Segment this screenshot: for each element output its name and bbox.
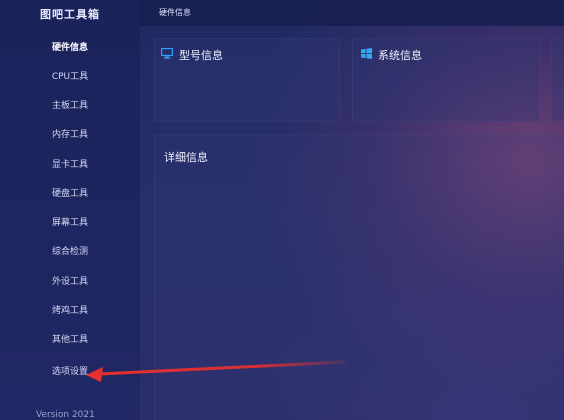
sidebar-item-disk-tools[interactable]: 硬盘工具 <box>0 187 140 201</box>
sidebar-item-peripheral-tools[interactable]: 外设工具 <box>0 275 140 289</box>
sidebar-item-cpu-tools[interactable]: CPU工具 <box>0 70 140 84</box>
model-info-title: 型号信息 <box>179 49 223 62</box>
model-info-heading: 型号信息 <box>160 47 223 63</box>
sidebar-item-screen-tools[interactable]: 屏幕工具 <box>0 216 140 230</box>
sidebar-item-gpu-tools[interactable]: 显卡工具 <box>0 158 140 172</box>
sidebar-item-memory-tools[interactable]: 内存工具 <box>0 128 140 142</box>
page-title: 硬件信息 <box>159 8 191 17</box>
system-info-heading: 系统信息 <box>361 47 422 63</box>
model-info-panel: 型号信息 <box>154 38 340 122</box>
app-title: 图吧工具箱 <box>40 8 100 21</box>
detail-info-panel: 详细信息 <box>154 134 564 420</box>
system-info-title: 系统信息 <box>378 49 422 62</box>
version-label: Version 2021 <box>36 410 95 420</box>
sidebar: 图吧工具箱 硬件信息 CPU工具 主板工具 内存工具 显卡工具 硬盘工具 屏幕工… <box>0 0 140 420</box>
extra-info-panel <box>551 38 564 122</box>
sidebar-item-hardware-info[interactable]: 硬件信息 <box>0 41 140 55</box>
windows-icon <box>361 48 372 62</box>
sidebar-item-motherboard-tools[interactable]: 主板工具 <box>0 99 140 113</box>
sidebar-item-stress-test-tools[interactable]: 烤鸡工具 <box>0 304 140 318</box>
detail-info-heading: 详细信息 <box>164 151 208 164</box>
sidebar-item-comprehensive-test[interactable]: 综合检测 <box>0 245 140 259</box>
app-window: 图吧工具箱 硬件信息 CPU工具 主板工具 内存工具 显卡工具 硬盘工具 屏幕工… <box>0 0 564 420</box>
sidebar-item-options-settings[interactable]: 选项设置 <box>0 365 140 379</box>
content-header: 硬件信息 <box>140 0 564 26</box>
monitor-icon <box>160 47 174 62</box>
system-info-panel: 系统信息 <box>352 38 540 122</box>
sidebar-item-other-tools[interactable]: 其他工具 <box>0 333 140 347</box>
